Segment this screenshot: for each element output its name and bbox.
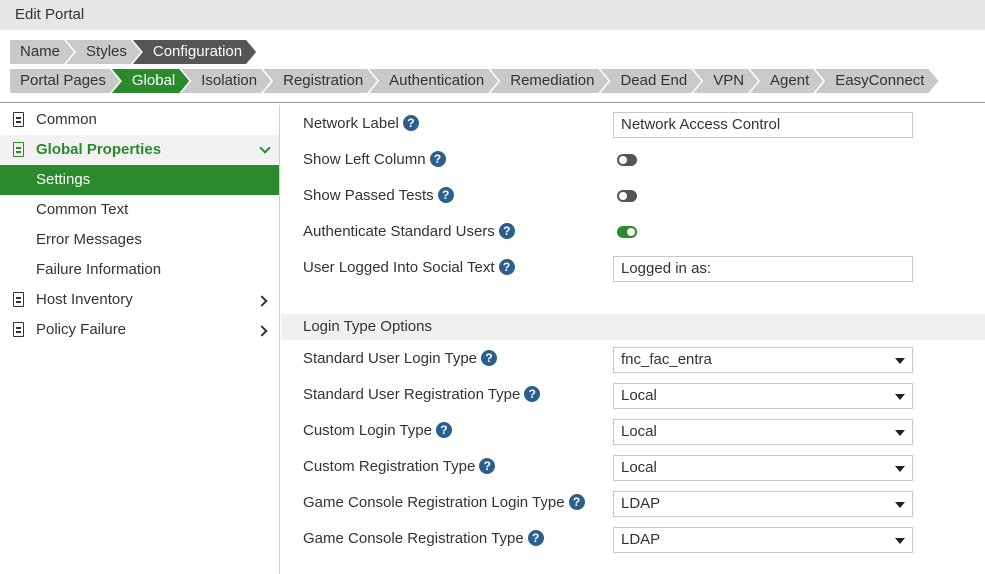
authenticate-standard-users-toggle[interactable] (617, 226, 637, 238)
settings-panel: Network Label? Network Access Control Sh… (281, 105, 985, 574)
config-tabs: Portal Pages Global Isolation Registrati… (10, 69, 930, 93)
tab-global[interactable]: Global (112, 69, 189, 93)
authenticate-standard-users-label: Authenticate Standard Users? (303, 223, 515, 240)
window-title: Edit Portal (0, 0, 985, 30)
sidebar-item-global-properties[interactable]: Global Properties (0, 135, 279, 165)
chevron-down-icon[interactable] (261, 135, 269, 165)
help-icon[interactable]: ? (498, 223, 515, 239)
wizard-steps: Name Styles Configuration (10, 40, 248, 64)
tab-authentication[interactable]: Authentication (369, 69, 498, 93)
sidebar-item-failure-information[interactable]: Failure Information (0, 255, 279, 285)
tab-dead-end[interactable]: Dead End (600, 69, 701, 93)
step-name[interactable]: Name (10, 40, 74, 64)
help-icon[interactable]: ? (429, 151, 446, 167)
caret-down-icon (895, 358, 905, 364)
tab-vpn[interactable]: VPN (693, 69, 758, 93)
caret-down-icon (895, 502, 905, 508)
network-label-input[interactable]: Network Access Control (613, 112, 913, 138)
caret-down-icon (895, 430, 905, 436)
chevron-right-icon[interactable] (258, 285, 269, 315)
help-icon[interactable]: ? (568, 494, 585, 510)
caret-down-icon (895, 394, 905, 400)
caret-down-icon (895, 538, 905, 544)
document-icon (13, 142, 24, 157)
chevron-right-icon[interactable] (258, 315, 269, 345)
sidebar-item-error-messages[interactable]: Error Messages (0, 225, 279, 255)
game-console-registration-type-select[interactable]: LDAP (613, 527, 913, 553)
help-icon[interactable]: ? (435, 422, 452, 438)
sidebar-item-label: Error Messages (36, 231, 142, 248)
sidebar-item-label: Common (36, 111, 97, 128)
tab-easyconnect[interactable]: EasyConnect (815, 69, 938, 93)
help-icon[interactable]: ? (479, 458, 496, 474)
show-left-column-label: Show Left Column? (303, 151, 446, 168)
custom-login-type-select[interactable]: Local (613, 419, 913, 445)
sidebar-item-host-inventory[interactable]: Host Inventory (0, 285, 279, 315)
custom-login-type-label: Custom Login Type? (303, 422, 452, 439)
tab-isolation[interactable]: Isolation (181, 69, 271, 93)
caret-down-icon (895, 466, 905, 472)
help-icon[interactable]: ? (524, 386, 541, 402)
step-configuration[interactable]: Configuration (133, 40, 256, 64)
step-styles[interactable]: Styles (66, 40, 141, 64)
show-left-column-toggle[interactable] (617, 154, 637, 166)
tab-agent[interactable]: Agent (750, 69, 823, 93)
show-passed-tests-label: Show Passed Tests? (303, 187, 454, 204)
tab-portal-pages[interactable]: Portal Pages (10, 69, 120, 93)
game-console-registration-type-label: Game Console Registration Type? (303, 530, 544, 547)
game-console-registration-login-type-label: Game Console Registration Login Type? (303, 494, 585, 511)
document-icon (13, 322, 24, 337)
help-icon[interactable]: ? (498, 259, 515, 275)
custom-registration-type-label: Custom Registration Type? (303, 458, 496, 475)
help-icon[interactable]: ? (402, 115, 419, 131)
sidebar-item-label: Failure Information (36, 261, 162, 278)
sidebar-item-label: Host Inventory (36, 291, 133, 308)
sidebar-item-label: Global Properties (36, 141, 162, 158)
sidebar: Common Global Properties Settings Common… (0, 105, 280, 574)
standard-user-login-type-select[interactable]: fnc_fac_entra (613, 347, 913, 373)
help-icon[interactable]: ? (481, 350, 498, 366)
tab-registration[interactable]: Registration (263, 69, 377, 93)
sidebar-item-label: Settings (36, 171, 91, 188)
sidebar-item-common-text[interactable]: Common Text (0, 195, 279, 225)
sidebar-item-policy-failure[interactable]: Policy Failure (0, 315, 279, 345)
show-passed-tests-toggle[interactable] (617, 190, 637, 202)
sidebar-item-settings[interactable]: Settings (0, 165, 279, 195)
standard-user-registration-type-select[interactable]: Local (613, 383, 913, 409)
tab-remediation[interactable]: Remediation (490, 69, 608, 93)
sidebar-item-label: Policy Failure (36, 321, 127, 338)
login-type-options-header: Login Type Options (281, 314, 985, 340)
game-console-registration-login-type-select[interactable]: LDAP (613, 491, 913, 517)
document-icon (13, 112, 24, 127)
network-label-label: Network Label? (303, 115, 419, 132)
user-logged-into-social-text-label: User Logged Into Social Text? (303, 259, 515, 276)
user-logged-into-social-text-input[interactable]: Logged in as: (613, 256, 913, 282)
standard-user-login-type-label: Standard User Login Type? (303, 350, 498, 367)
help-icon[interactable]: ? (437, 187, 454, 203)
standard-user-registration-type-label: Standard User Registration Type? (303, 386, 541, 403)
custom-registration-type-select[interactable]: Local (613, 455, 913, 481)
sidebar-item-label: Common Text (36, 201, 129, 218)
help-icon[interactable]: ? (527, 530, 544, 546)
document-icon (13, 292, 24, 307)
sidebar-item-common[interactable]: Common (0, 105, 279, 135)
divider (0, 102, 985, 103)
